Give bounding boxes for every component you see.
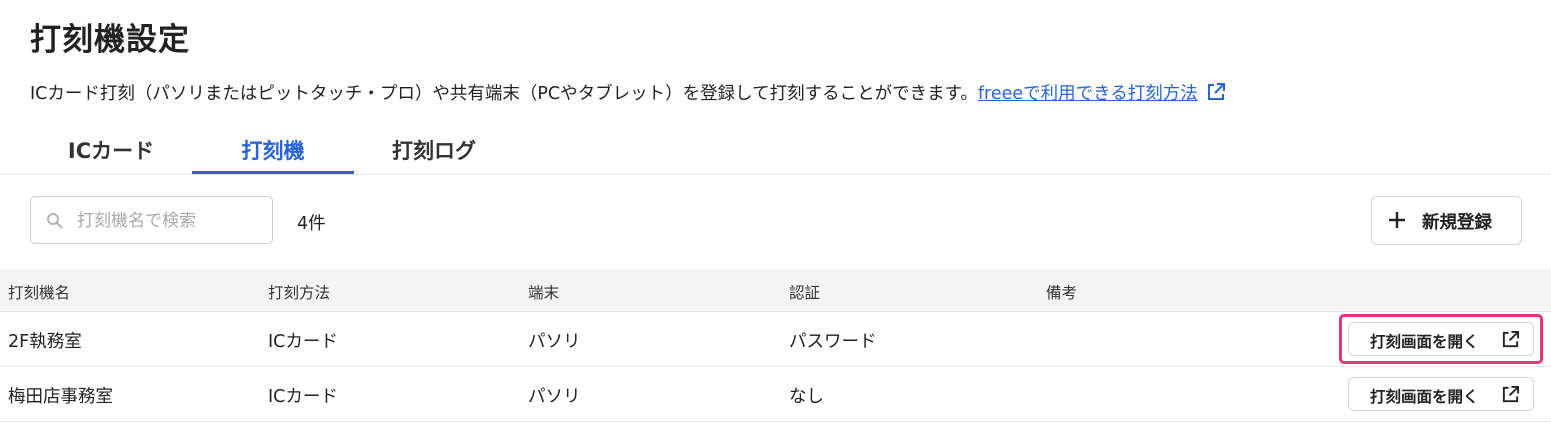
cell-auth: なし bbox=[789, 387, 824, 407]
header-name: 打刻機名 bbox=[8, 284, 71, 302]
open-punch-screen-label: 打刻画面を開く bbox=[1370, 389, 1479, 406]
cell-device: パソリ bbox=[528, 332, 581, 352]
search-field[interactable] bbox=[30, 196, 273, 244]
table-row: 2F執務室 ICカード パソリ パスワード 打刻画面を開く bbox=[0, 312, 1551, 367]
external-link-icon bbox=[1501, 385, 1520, 409]
open-punch-screen-label: 打刻画面を開く bbox=[1370, 334, 1479, 351]
cell-method: ICカード bbox=[268, 387, 338, 407]
cell-name: 2F執務室 bbox=[8, 332, 82, 352]
description-text: ICカード打刻（パソリまたはピットタッチ・プロ）や共有端末（PCやタブレット）を… bbox=[30, 84, 978, 104]
table-header: 打刻機名 打刻方法 端末 認証 備考 bbox=[0, 269, 1551, 312]
external-link-icon bbox=[1501, 330, 1520, 354]
cell-auth: パスワード bbox=[789, 332, 877, 352]
help-link[interactable]: freeeで利用できる打刻方法 bbox=[977, 82, 1226, 107]
search-icon bbox=[46, 212, 63, 233]
tab-punch-machine[interactable]: 打刻機 bbox=[192, 130, 354, 174]
punch-machine-table: 打刻機名 打刻方法 端末 認証 備考 2F執務室 ICカード パソリ パスワード… bbox=[0, 269, 1551, 422]
cell-name: 梅田店事務室 bbox=[8, 387, 113, 407]
header-note: 備考 bbox=[1046, 284, 1078, 302]
tab-bar: ICカード 打刻機 打刻ログ bbox=[0, 130, 1551, 175]
tab-ic-card[interactable]: ICカード bbox=[30, 130, 192, 172]
header-auth: 認証 bbox=[789, 284, 821, 302]
header-method: 打刻方法 bbox=[268, 284, 331, 302]
tab-punch-log[interactable]: 打刻ログ bbox=[353, 130, 515, 172]
new-registration-label: 新規登録 bbox=[1422, 212, 1492, 232]
search-input[interactable] bbox=[75, 205, 269, 237]
page-title: 打刻機設定 bbox=[30, 22, 190, 58]
cell-device: パソリ bbox=[528, 387, 581, 407]
page-description: ICカード打刻（パソリまたはピットタッチ・プロ）や共有端末（PCやタブレット）を… bbox=[30, 80, 1226, 107]
new-registration-button[interactable]: 新規登録 bbox=[1371, 196, 1522, 245]
open-punch-screen-button[interactable]: 打刻画面を開く bbox=[1348, 377, 1534, 411]
plus-icon bbox=[1388, 211, 1406, 234]
table-row: 梅田店事務室 ICカード パソリ なし 打刻画面を開く bbox=[0, 367, 1551, 422]
header-device: 端末 bbox=[528, 284, 560, 302]
external-link-icon bbox=[1206, 82, 1226, 107]
help-link-label: freeeで利用できる打刻方法 bbox=[977, 84, 1198, 104]
result-count: 4件 bbox=[297, 214, 326, 234]
cell-method: ICカード bbox=[268, 332, 338, 352]
open-punch-screen-button[interactable]: 打刻画面を開く bbox=[1348, 322, 1534, 356]
